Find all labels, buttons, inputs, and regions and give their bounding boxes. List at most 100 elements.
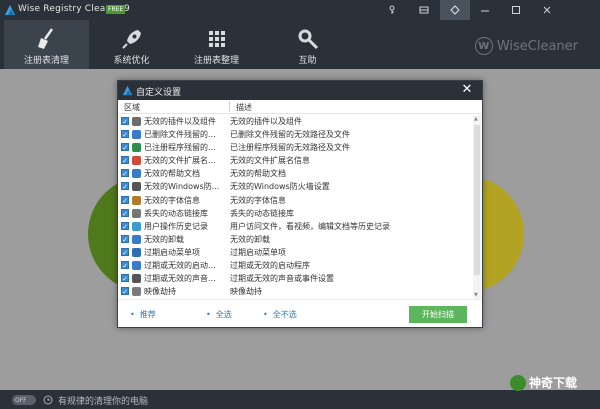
nav-mutual-help[interactable]: 互助 bbox=[265, 20, 350, 69]
list-item[interactable]: ✓ 无效的卸载 无效的卸载 bbox=[118, 233, 482, 246]
row-area: 用户操作历史记录 bbox=[144, 221, 208, 231]
close-icon[interactable] bbox=[532, 0, 562, 20]
column-area-header[interactable]: 区域 bbox=[124, 102, 140, 113]
start-scan-button[interactable]: 开始扫描 bbox=[409, 306, 467, 323]
brand-logo: W WiseCleaner bbox=[474, 37, 578, 55]
watermark: 神奇下载 bbox=[510, 374, 577, 391]
list-item[interactable]: ✓ 丢失的动态链接库 丢失的动态链接库 bbox=[118, 207, 482, 220]
row-checkbox[interactable]: ✓ bbox=[121, 182, 129, 191]
row-description: 无效的插件以及组件 bbox=[230, 117, 302, 126]
app-logo-icon bbox=[5, 5, 15, 15]
nav-registry-cleaner[interactable]: 注册表清理 bbox=[4, 20, 89, 69]
column-desc-header[interactable]: 描述 bbox=[236, 102, 252, 113]
row-checkbox[interactable]: ✓ bbox=[121, 117, 129, 126]
key-icon[interactable] bbox=[377, 0, 407, 20]
row-description: 无效的文件扩展名信息 bbox=[230, 156, 310, 166]
nav-registry-defrag[interactable]: 注册表整理 bbox=[174, 20, 259, 69]
row-description: 丢失的动态链接库 bbox=[230, 208, 294, 218]
recommend-link[interactable]: • 推荐 bbox=[130, 309, 156, 320]
list-item[interactable]: ✓ 映像劫持 映像劫持 bbox=[118, 285, 482, 298]
row-area: 丢失的动态链接库 bbox=[144, 208, 208, 218]
broom-icon bbox=[4, 26, 89, 52]
list-item[interactable]: ✓ 已删除文件残留的... 已删除文件残留的无效路径及文件 bbox=[118, 128, 482, 141]
row-checkbox[interactable]: ✓ bbox=[121, 195, 129, 205]
brand-name: WiseCleaner bbox=[496, 38, 578, 54]
row-checkbox[interactable]: ✓ bbox=[121, 261, 129, 270]
row-checkbox[interactable]: ✓ bbox=[121, 287, 129, 296]
scroll-down-icon[interactable]: ▼ bbox=[474, 292, 478, 298]
scroll-up-icon[interactable]: ▲ bbox=[474, 116, 478, 122]
help-icon bbox=[132, 169, 141, 179]
wisecleaner-logo-icon: W bbox=[474, 37, 493, 55]
status-bar: OFF 有规律的清理你的电脑 bbox=[0, 390, 600, 409]
watermark-logo-icon bbox=[510, 374, 526, 391]
list-item[interactable]: ✓ 过期启动菜单项 过期启动菜单项 bbox=[118, 246, 482, 259]
row-checkbox[interactable]: ✓ bbox=[121, 247, 129, 257]
dialog-footer: • 推荐 • 全选 • 全不选 开始扫描 bbox=[118, 299, 482, 327]
title-bar: Wise Registry Cleaner 9 FREE bbox=[0, 0, 600, 20]
row-area: 映像劫持 bbox=[144, 287, 176, 297]
startup-icon bbox=[132, 261, 141, 271]
file-icon bbox=[132, 130, 141, 140]
row-area: 过期启动菜单项 bbox=[144, 247, 200, 257]
row-area: 无效的字体信息 bbox=[144, 195, 200, 205]
row-checkbox[interactable]: ✓ bbox=[121, 274, 129, 283]
list-item[interactable]: ✓ 无效的字体信息 无效的字体信息 bbox=[118, 194, 482, 207]
scroll-thumb[interactable] bbox=[474, 125, 480, 275]
row-description: 过期启动菜单项 bbox=[230, 247, 286, 257]
list-item[interactable]: ✓ 无效的文件扩展名... 无效的文件扩展名信息 bbox=[118, 154, 482, 167]
category-list: ✓ 无效的插件以及组件 无效的插件以及组件 ✓ 已删除文件残留的... 已删除文件残留的无… bbox=[118, 115, 482, 299]
nav-label: 注册表清理 bbox=[23, 56, 69, 66]
row-area: 无效的卸载 bbox=[144, 234, 184, 244]
startmenu-icon bbox=[132, 247, 141, 257]
app-window: Wise Registry Cleaner 9 FREE 注册表清理 系统优化 … bbox=[0, 0, 600, 409]
maximize-icon[interactable] bbox=[501, 0, 531, 20]
firewall-icon bbox=[132, 182, 141, 192]
row-area: 已注册程序残留的... bbox=[144, 143, 216, 153]
row-description: 过期或无效的声音或事件设置 bbox=[230, 274, 334, 284]
menu-icon[interactable] bbox=[409, 0, 439, 20]
row-area: 过期或无效的启动... bbox=[144, 261, 216, 271]
list-item[interactable]: ✓ 用户操作历史记录 用户访问文件，看视频，编辑文档等历史记录 bbox=[118, 220, 482, 233]
list-item[interactable]: ✓ 无效的帮助文档 无效的帮助文档 bbox=[118, 167, 482, 180]
select-all-link[interactable]: • 全选 bbox=[206, 309, 232, 320]
nav-label: 互助 bbox=[298, 56, 317, 66]
row-description: 映像劫持 bbox=[230, 287, 262, 297]
list-item[interactable]: ✓ 过期或无效的启动... 过期或无效的启动程序 bbox=[118, 259, 482, 272]
row-checkbox[interactable]: ✓ bbox=[121, 234, 129, 244]
row-area: 无效的插件以及组件 bbox=[144, 117, 216, 126]
row-checkbox[interactable]: ✓ bbox=[121, 221, 129, 231]
plugin-icon bbox=[132, 117, 141, 126]
app-logo-icon bbox=[122, 85, 133, 96]
list-item[interactable]: ✓ 无效的插件以及组件 无效的插件以及组件 bbox=[118, 115, 482, 128]
schedule-toggle[interactable]: OFF bbox=[12, 395, 36, 405]
custom-settings-dialog: 自定义设置 ✕ 区域 描述 ✓ 无效的插件以及组件 无效的插件以及组件 ✓ 已删除文件残… bbox=[117, 80, 483, 328]
font-icon bbox=[132, 195, 141, 205]
skin-icon[interactable] bbox=[440, 0, 470, 20]
row-checkbox[interactable]: ✓ bbox=[121, 208, 129, 218]
dialog-title: 自定义设置 bbox=[136, 88, 182, 98]
minimize-icon[interactable] bbox=[470, 0, 500, 20]
history-icon bbox=[132, 221, 141, 231]
program-icon bbox=[132, 143, 141, 153]
list-item[interactable]: ✓ 已注册程序残留的... 已注册程序残留的无效路径及文件 bbox=[118, 141, 482, 154]
row-area: 过期或无效的声音... bbox=[144, 274, 216, 284]
row-checkbox[interactable]: ✓ bbox=[121, 143, 129, 152]
row-description: 无效的Windows防火墙设置 bbox=[230, 182, 330, 192]
dll-icon bbox=[132, 208, 141, 218]
list-scrollbar[interactable]: ▲ ▼ bbox=[473, 115, 481, 299]
list-item[interactable]: ✓ 无效的Windows防... 无效的Windows防火墙设置 bbox=[118, 180, 482, 193]
free-badge: FREE bbox=[106, 5, 126, 14]
row-description: 过期或无效的启动程序 bbox=[230, 261, 310, 271]
rocket-icon bbox=[89, 26, 174, 52]
row-area: 无效的文件扩展名... bbox=[144, 156, 216, 166]
main-nav: 注册表清理 系统优化 注册表整理 互助 W WiseCleaner bbox=[0, 20, 600, 69]
row-checkbox[interactable]: ✓ bbox=[121, 130, 129, 139]
nav-system-optimize[interactable]: 系统优化 bbox=[89, 20, 174, 69]
select-none-link[interactable]: • 全不选 bbox=[263, 309, 297, 320]
row-checkbox[interactable]: ✓ bbox=[121, 156, 129, 165]
list-item[interactable]: ✓ 过期或无效的声音... 过期或无效的声音或事件设置 bbox=[118, 272, 482, 285]
row-checkbox[interactable]: ✓ bbox=[121, 169, 129, 178]
column-divider[interactable] bbox=[229, 101, 230, 112]
dialog-close-icon[interactable]: ✕ bbox=[460, 82, 474, 98]
